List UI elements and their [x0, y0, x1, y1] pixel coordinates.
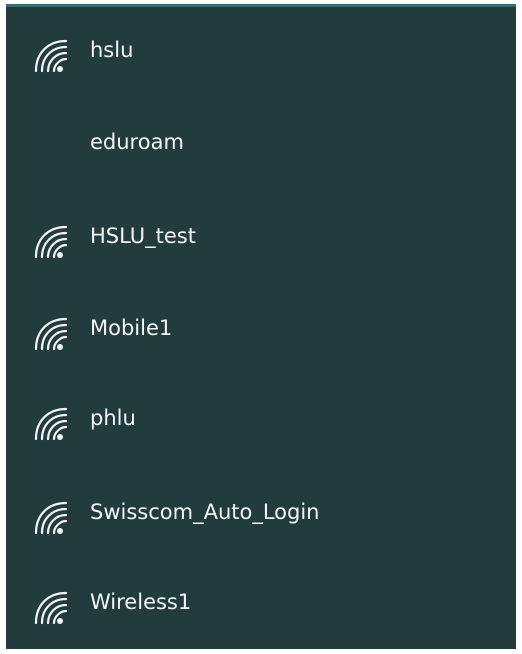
- network-item-phlu[interactable]: phlu: [6, 375, 516, 467]
- network-name: eduroam: [90, 130, 184, 154]
- wifi-signal-icon: [34, 591, 68, 625]
- network-name: phlu: [90, 406, 136, 430]
- network-item-hslu[interactable]: hslu: [6, 7, 516, 99]
- network-item-hslu-test[interactable]: HSLU_test: [6, 193, 516, 285]
- network-name: Swisscom_Auto_Login: [90, 500, 320, 524]
- wifi-signal-icon: [34, 225, 68, 259]
- network-name: Mobile1: [90, 316, 173, 340]
- wifi-signal-icon: [34, 39, 68, 73]
- wifi-signal-icon: [34, 501, 68, 535]
- network-item-swisscom-auto-login[interactable]: Swisscom_Auto_Login: [6, 469, 516, 561]
- network-item-wireless1[interactable]: Wireless1: [6, 559, 516, 651]
- network-item-mobile1[interactable]: Mobile1: [6, 285, 516, 377]
- network-item-eduroam[interactable]: eduroam: [6, 99, 516, 191]
- network-name: Wireless1: [90, 590, 192, 614]
- wifi-signal-icon: [34, 407, 68, 441]
- wifi-signal-icon: [34, 317, 68, 351]
- scroll-track: [510, 7, 516, 652]
- network-name: HSLU_test: [90, 224, 196, 248]
- network-name: hslu: [90, 38, 134, 62]
- network-list-panel: hslu eduroam HSLU_test Mobile1 phlu Swis…: [6, 4, 516, 649]
